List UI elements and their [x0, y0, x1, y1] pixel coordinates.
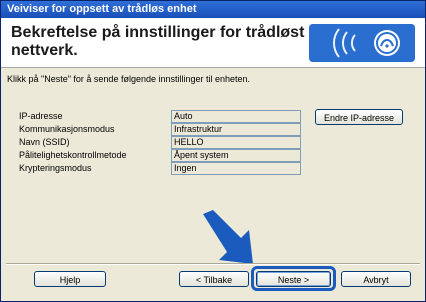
settings-row-ssid: Navn (SSID) HELLO [19, 136, 309, 149]
button-separator [6, 263, 420, 265]
settings-value: HELLO [171, 136, 301, 149]
settings-row-mode: Kommunikasjonsmodus Infrastruktur [19, 123, 309, 136]
page-title-line-2: nettverk. [11, 42, 78, 59]
instruction-text: Klikk på "Neste" for å sende følgende in… [7, 74, 251, 84]
pointer-arrow-icon [203, 210, 253, 264]
settings-row-ip: IP-adresse Auto [19, 110, 309, 123]
change-ip-button[interactable]: Endre IP-adresse [315, 109, 403, 125]
wireless-logo-icon [309, 24, 415, 62]
settings-value: Åpent system [171, 149, 301, 162]
settings-label: Pålitelighetskontrollmetode [19, 150, 127, 160]
next-button[interactable]: Neste > [256, 271, 331, 287]
page-title: Bekreftelse på innstillinger for trådløs… [11, 24, 311, 60]
settings-label: IP-adresse [19, 111, 63, 121]
settings-value: Infrastruktur [171, 123, 301, 136]
settings-row-encryption: Krypteringsmodus Ingen [19, 162, 309, 175]
settings-label: Navn (SSID) [19, 137, 70, 147]
settings-label: Krypteringsmodus [19, 163, 92, 173]
settings-value: Auto [171, 110, 301, 123]
back-button[interactable]: < Tilbake [179, 271, 249, 287]
settings-value: Ingen [171, 162, 301, 175]
window-title: Veiviser for oppsett av trådløs enhet [1, 1, 425, 18]
settings-list: IP-adresse Auto Kommunikasjonsmodus Infr… [19, 110, 309, 175]
wizard-window: Veiviser for oppsett av trådløs enhet Be… [0, 0, 426, 302]
settings-label: Kommunikasjonsmodus [19, 124, 115, 134]
header-banner: Bekreftelse på innstillinger for trådløs… [1, 18, 425, 68]
page-title-line-1: Bekreftelse på innstillinger for trådløs… [11, 24, 305, 41]
settings-row-auth: Pålitelighetskontrollmetode Åpent system [19, 149, 309, 162]
help-button[interactable]: Hjelp [34, 271, 106, 287]
cancel-button[interactable]: Avbryt [341, 271, 411, 287]
